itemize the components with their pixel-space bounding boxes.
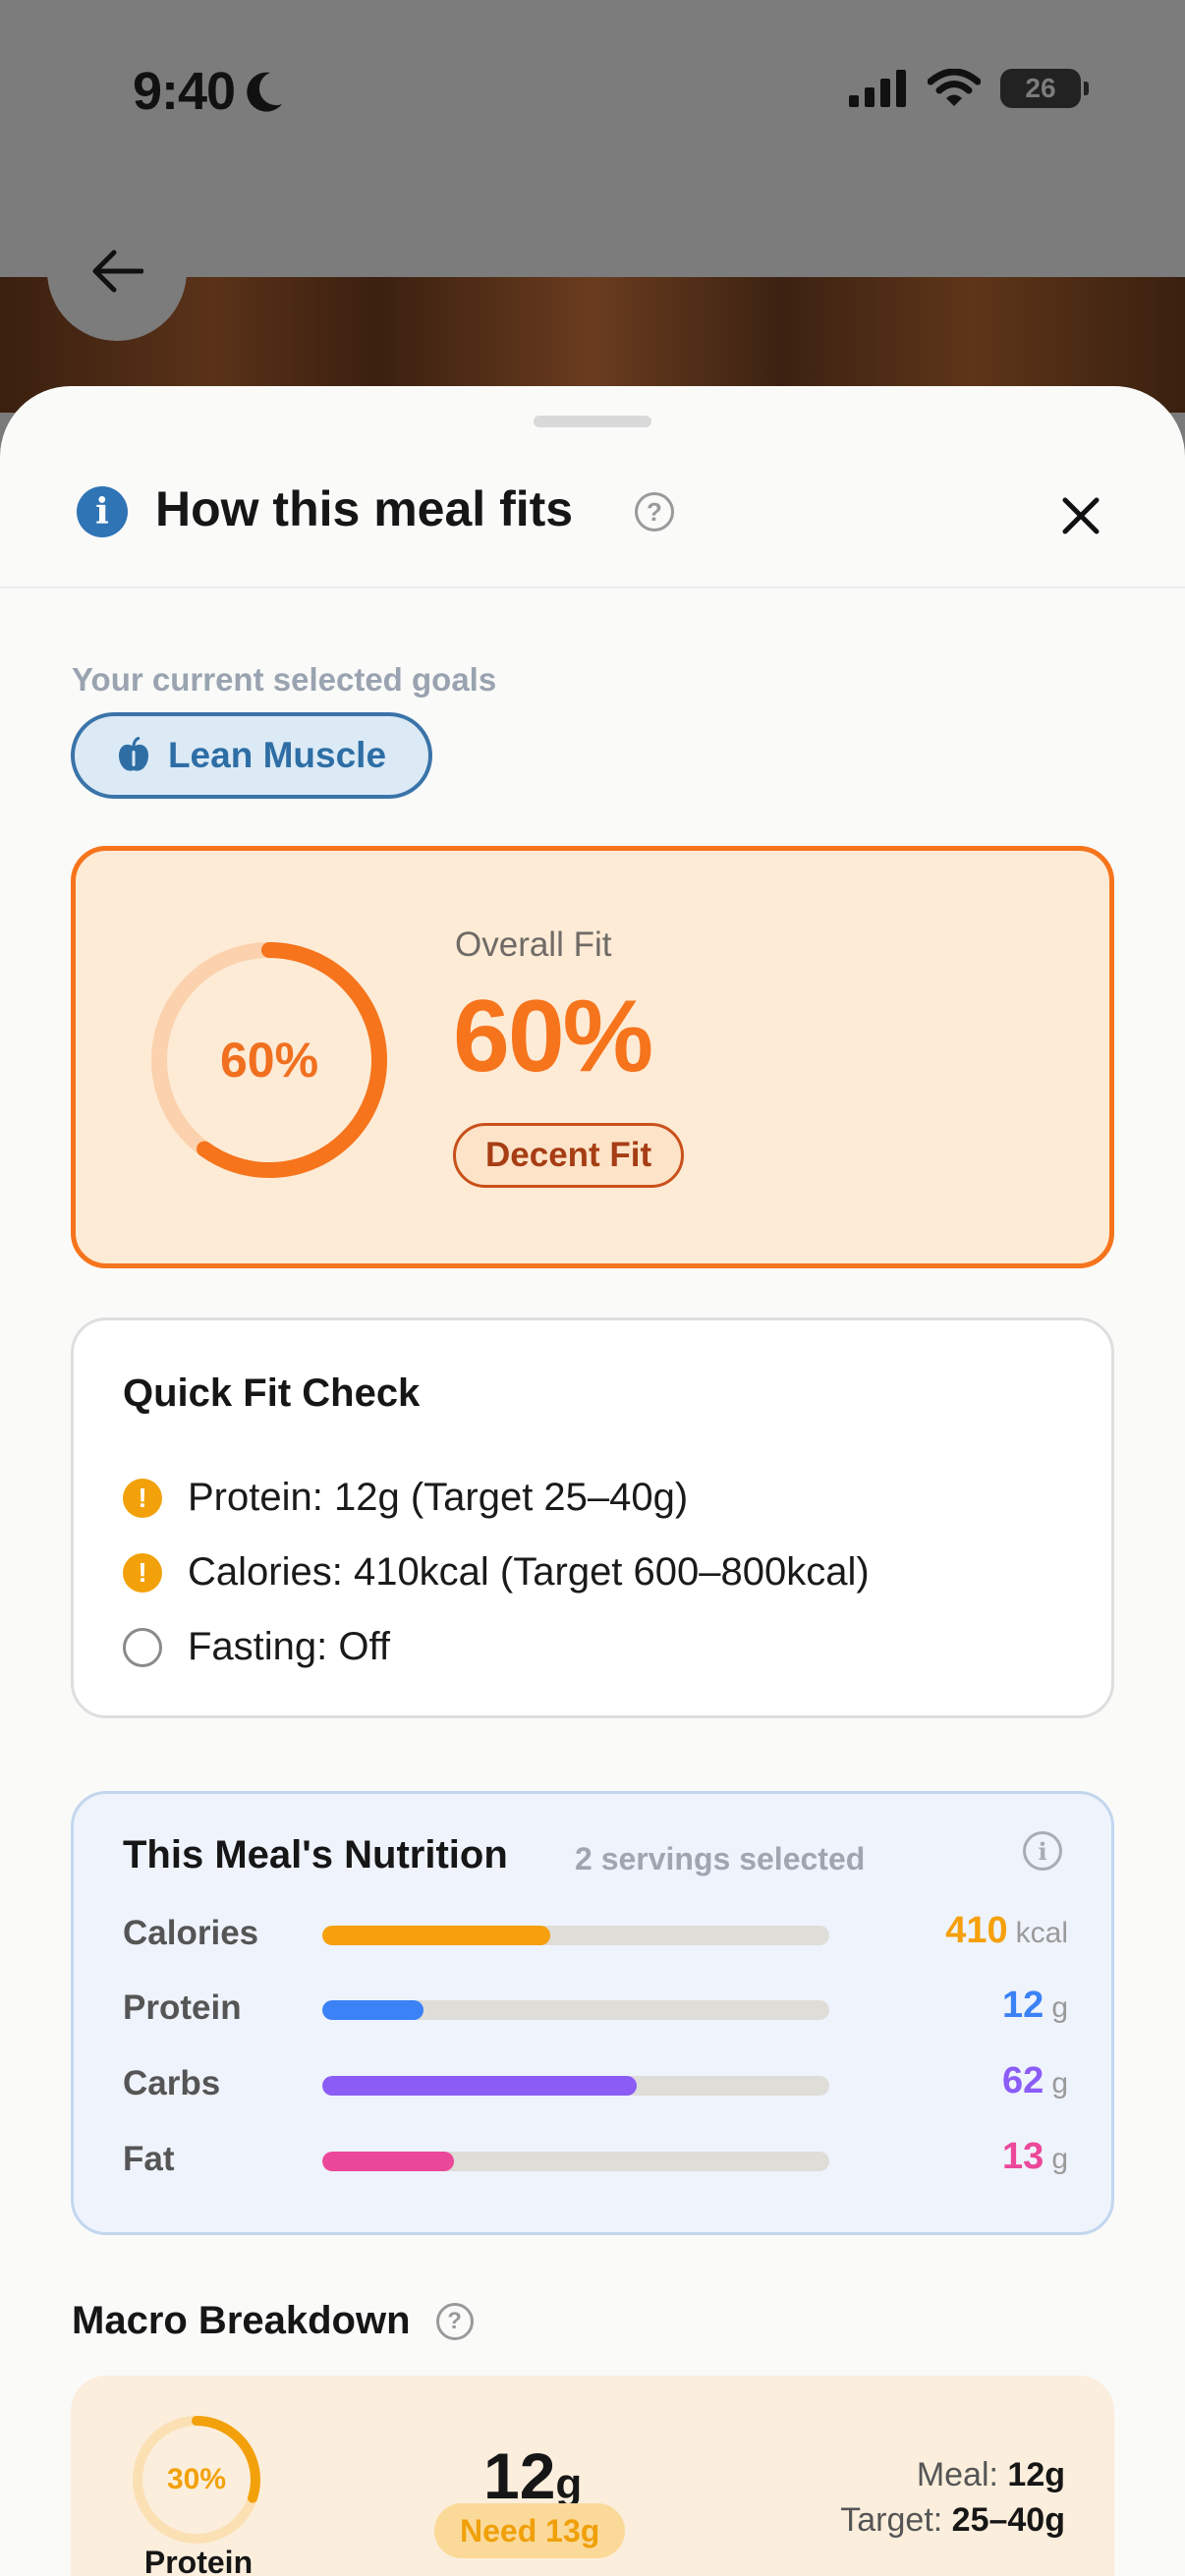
overall-fit-card: 60% Overall Fit 60% Decent Fit [71, 846, 1114, 1268]
sheet-header: i How this meal fits ? [0, 445, 1185, 588]
check-item-fasting: Fasting: Off [123, 1625, 390, 1669]
fit-ring: 60% [146, 937, 392, 1183]
apple-icon [118, 737, 148, 771]
warning-icon: ! [123, 1552, 162, 1593]
fit-badge: Decent Fit [453, 1123, 685, 1188]
sheet-title: How this meal fits [155, 481, 574, 536]
macro-name: Protein [143, 2545, 254, 2576]
status-bar: 9:40 26 [0, 0, 1185, 196]
check-item-calories: ! Calories: 410kcal (Target 600–800kcal) [123, 1550, 870, 1595]
quick-fit-card: Quick Fit Check ! Protein: 12g (Target 2… [71, 1317, 1114, 1718]
nutrition-row-carbs: Carbs 62 g [123, 2060, 1068, 2102]
check-item-protein: ! Protein: 12g (Target 25–40g) [123, 1476, 688, 1520]
goals-label: Your current selected goals [72, 661, 497, 698]
arrow-left-icon [92, 250, 143, 293]
moon-icon [247, 72, 283, 112]
overall-fit-value: 60% [453, 980, 653, 1093]
protein-ring-label: 30% [166, 2463, 227, 2495]
nutrition-card: This Meal's Nutrition 2 servings selecte… [71, 1791, 1114, 2235]
warning-icon: ! [123, 1478, 162, 1518]
nutrition-row-fat: Fat 13 g [123, 2136, 1068, 2178]
status-time: 9:40 [133, 61, 284, 122]
carbs-bar [322, 2076, 829, 2096]
wifi-icon [928, 69, 981, 106]
macro-amount: 12g [483, 2439, 583, 2512]
sheet-handle[interactable] [534, 416, 651, 427]
status-icons: 26 [849, 69, 1089, 108]
overall-fit-label: Overall Fit [455, 925, 612, 964]
protein-ring: 30% [128, 2411, 265, 2548]
macro-meta: Meal: 12g Target: 25–40g [840, 2456, 1065, 2539]
need-badge: Need 13g [434, 2503, 626, 2558]
nutrition-row-calories: Calories 410 kcal [123, 1910, 1068, 1952]
battery-cap [1084, 82, 1089, 95]
info-icon[interactable]: i [1023, 1831, 1062, 1871]
goal-chip-label: Lean Muscle [167, 735, 387, 775]
back-button[interactable] [47, 201, 187, 341]
nutrition-row-protein: Protein 12 g [123, 1985, 1068, 2027]
servings-label: 2 servings selected [575, 1841, 866, 1876]
close-icon[interactable] [1053, 488, 1108, 543]
empty-circle-icon [123, 1627, 162, 1667]
info-icon: i [77, 486, 128, 537]
calories-bar [322, 1926, 829, 1945]
fit-sheet: i How this meal fits ? Your current sele… [0, 386, 1185, 2576]
quick-fit-title: Quick Fit Check [123, 1372, 421, 1415]
help-icon[interactable]: ? [435, 2302, 474, 2340]
protein-bar [322, 2000, 829, 2020]
macro-card-protein: 30% Protein 12g Need 13g Meal: 12g Targe… [71, 2376, 1114, 2576]
nutrition-title: This Meal's Nutrition [123, 1833, 508, 1876]
fit-ring-label: 60% [219, 1033, 319, 1088]
macro-breakdown-title: Macro Breakdown ? [72, 2299, 474, 2343]
fat-bar [322, 2152, 829, 2171]
help-icon[interactable]: ? [635, 492, 674, 532]
battery-icon: 26 [1000, 69, 1089, 108]
signal-icon [849, 70, 906, 107]
goal-chip[interactable]: Lean Muscle [71, 712, 432, 799]
